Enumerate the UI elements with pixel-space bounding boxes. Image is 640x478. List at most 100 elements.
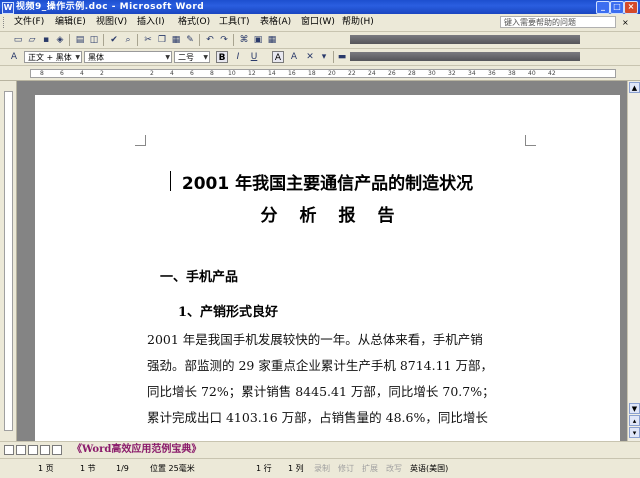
paste-icon[interactable]: ▦	[170, 34, 182, 46]
menu-grip[interactable]	[3, 17, 6, 28]
vertical-ruler-strip[interactable]	[4, 91, 13, 431]
spelling-icon[interactable]: ✔	[108, 34, 120, 46]
undo-icon[interactable]: ↶	[204, 34, 216, 46]
close-document-icon[interactable]: ×	[622, 16, 629, 29]
insert-table-icon[interactable]: ▦	[266, 34, 278, 46]
status-section: 1 节	[80, 464, 96, 473]
web-view-icon[interactable]	[16, 445, 26, 455]
status-position: 位置 25毫米	[150, 464, 195, 473]
menu-file[interactable]: 文件(F)	[14, 16, 44, 29]
research-icon[interactable]: ⌕	[122, 34, 134, 46]
close-button[interactable]: ×	[624, 1, 638, 14]
chevron-down-icon: ▼	[75, 54, 80, 61]
style-dropdown[interactable]: 正文 + 黑体 ▼	[24, 51, 82, 63]
status-line: 1 行	[256, 464, 272, 473]
toolbar-overflow-area	[350, 35, 580, 44]
ruler-tick: 2	[100, 70, 104, 77]
open-folder-icon[interactable]: ▱	[26, 34, 38, 46]
standard-toolbar: ▭ ▱ ▪ ◈ ▤ ◫ ✔ ⌕ ✂ ❐ ▦ ✎ ↶ ↷ ⌘ ▣ ▦	[0, 32, 640, 49]
styles-formatting-icon[interactable]: A	[8, 51, 20, 63]
style-value: 正文 + 黑体	[28, 53, 72, 62]
new-document-icon[interactable]: ▭	[12, 34, 24, 46]
menu-edit[interactable]: 编辑(E)	[55, 16, 86, 29]
ruler-tick: 2	[150, 70, 154, 77]
tables-borders-icon[interactable]: ▣	[252, 34, 264, 46]
ruler-tick: 16	[288, 70, 296, 77]
print-preview-icon[interactable]: ◫	[88, 34, 100, 46]
status-record[interactable]: 录制	[314, 463, 330, 474]
character-scale-icon[interactable]: ✕	[304, 51, 316, 63]
ruler-tick: 4	[80, 70, 84, 77]
menu-window[interactable]: 窗口(W)	[301, 16, 335, 29]
menu-insert[interactable]: 插入(I)	[137, 16, 165, 29]
ruler-tick: 6	[190, 70, 194, 77]
document-workspace: 2001 年我国主要通信产品的制造状况 分析报告 一、手机产品 1、产销形式良好…	[17, 81, 627, 455]
document-page[interactable]: 2001 年我国主要通信产品的制造状况 分析报告 一、手机产品 1、产销形式良好…	[35, 95, 620, 455]
next-page-icon[interactable]: ▾	[629, 427, 640, 438]
ruler-tick: 22	[348, 70, 356, 77]
tutorial-banner: 《Word高效应用范例宝典》	[72, 444, 202, 455]
cut-icon[interactable]: ✂	[142, 34, 154, 46]
status-track-changes[interactable]: 修订	[338, 463, 354, 474]
ruler-tick: 20	[328, 70, 336, 77]
character-shading-button[interactable]: A	[288, 51, 300, 63]
previous-page-icon[interactable]: ▴	[629, 415, 640, 426]
print-layout-icon[interactable]	[28, 445, 38, 455]
minimize-button[interactable]: _	[596, 1, 610, 14]
margin-corner-mark	[525, 135, 536, 146]
status-bar: 1 页 1 节 1/9 位置 25毫米 1 行 1 列 录制 修订 扩展 改写 …	[0, 458, 640, 478]
menu-help[interactable]: 帮助(H)	[342, 16, 374, 29]
menu-bar: 文件(F) 编辑(E) 视图(V) 插入(I) 格式(O) 工具(T) 表格(A…	[0, 14, 640, 32]
menu-table[interactable]: 表格(A)	[260, 16, 291, 29]
format-painter-icon[interactable]: ✎	[184, 34, 196, 46]
toolbar-separator	[103, 34, 104, 46]
italic-button[interactable]: I	[232, 51, 244, 63]
chevron-down-icon[interactable]: ▾	[318, 51, 330, 63]
document-title: 2001 年我国主要通信产品的制造状况	[181, 174, 474, 194]
vertical-scrollbar[interactable]: ▲ ▼ ▴ ▾	[627, 81, 640, 441]
margin-corner-mark	[135, 135, 146, 146]
word-app-icon[interactable]: W	[2, 2, 14, 14]
horizontal-ruler[interactable]: 8 6 4 2 2 4 6 8 10 12 14 16 18 20 22 24 …	[0, 66, 640, 81]
character-border-button[interactable]: A	[272, 51, 284, 63]
view-bar: 《Word高效应用范例宝典》	[0, 441, 640, 458]
chevron-down-icon: ▼	[203, 54, 208, 61]
menu-tools[interactable]: 工具(T)	[219, 16, 250, 29]
help-search-input[interactable]: 键入需要帮助的问题	[500, 16, 616, 28]
copy-icon[interactable]: ❐	[156, 34, 168, 46]
ruler-tick: 8	[40, 70, 44, 77]
normal-view-icon[interactable]	[4, 445, 14, 455]
font-value: 黑体	[88, 53, 104, 62]
bold-button[interactable]: B	[216, 51, 228, 63]
scroll-down-icon[interactable]: ▼	[629, 403, 640, 414]
reading-layout-icon[interactable]	[52, 445, 62, 455]
status-extend[interactable]: 扩展	[362, 463, 378, 474]
save-icon[interactable]: ▪	[40, 34, 52, 46]
font-size-dropdown[interactable]: 二号 ▼	[174, 51, 210, 63]
maximize-button[interactable]: □	[610, 1, 624, 14]
underline-button[interactable]: U	[248, 51, 260, 63]
scroll-up-icon[interactable]: ▲	[629, 82, 640, 93]
ruler-tick: 12	[248, 70, 256, 77]
status-language[interactable]: 英语(美国)	[410, 463, 448, 474]
paragraph-line: 累计完成出口 4103.16 万部，占销售量的 48.6%，同比增长	[147, 410, 488, 425]
formatting-toolbar: A 正文 + 黑体 ▼ 黑体 ▼ 二号 ▼ B I U A A ✕ ▾ ▬	[0, 49, 640, 66]
font-dropdown[interactable]: 黑体 ▼	[84, 51, 172, 63]
redo-icon[interactable]: ↷	[218, 34, 230, 46]
menu-view[interactable]: 视图(V)	[96, 16, 127, 29]
toolbar-overflow-area	[350, 52, 580, 61]
highlight-icon[interactable]: ▬	[336, 51, 348, 63]
hyperlink-icon[interactable]: ⌘	[238, 34, 250, 46]
ruler-tick: 28	[408, 70, 416, 77]
ruler-tick: 40	[528, 70, 536, 77]
toolbar-separator	[199, 34, 200, 46]
permission-icon[interactable]: ◈	[54, 34, 66, 46]
status-overtype[interactable]: 改写	[386, 463, 402, 474]
section-heading: 一、手机产品	[160, 270, 239, 285]
print-icon[interactable]: ▤	[74, 34, 86, 46]
outline-view-icon[interactable]	[40, 445, 50, 455]
menu-format[interactable]: 格式(O)	[178, 16, 210, 29]
subsection-heading: 1、产销形式良好	[178, 305, 279, 320]
title-bar: W 视频9_操作示例.doc - Microsoft Word _ □ ×	[0, 0, 640, 14]
vertical-ruler[interactable]	[0, 81, 17, 441]
